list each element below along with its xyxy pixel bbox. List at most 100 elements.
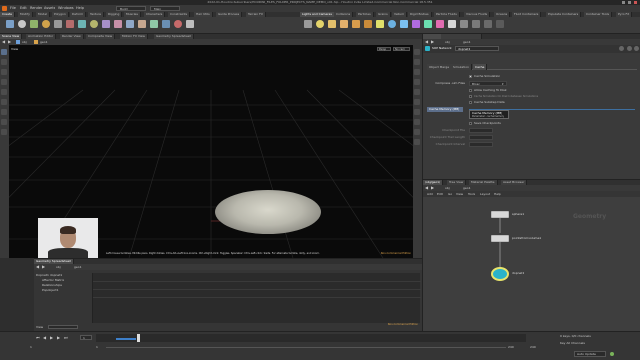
allow-caching-checkbox[interactable] <box>469 89 472 92</box>
cache-memory-label-box[interactable]: Cache Memory (MB) <box>427 107 463 112</box>
desktop-build-select[interactable]: Build <box>116 6 146 11</box>
file-tool-icon[interactable] <box>186 20 194 28</box>
point-light-tool-icon[interactable] <box>316 20 324 28</box>
geometry-light-tool-icon[interactable] <box>352 20 360 28</box>
global-end-frame[interactable]: 240 <box>530 345 536 350</box>
prev-frame-icon[interactable]: ◀ <box>43 335 46 341</box>
play-icon[interactable]: ▶ <box>50 335 53 341</box>
grid-tool-icon[interactable] <box>54 20 62 28</box>
platonic-tool-icon[interactable] <box>150 20 158 28</box>
shelf-tab-fluid-containers[interactable]: Fluid Containers <box>512 12 542 17</box>
shelf-tab-polygon[interactable]: Polygon <box>52 12 69 17</box>
stereo-camera-tool-icon[interactable] <box>460 20 468 28</box>
metaball-tool-icon[interactable] <box>174 20 182 28</box>
tube-tool-icon[interactable] <box>30 20 38 28</box>
global-start-frame[interactable]: 1 <box>30 345 32 350</box>
display-camera-icon[interactable] <box>414 129 420 135</box>
shelf-tab-vellum[interactable]: Vellum <box>392 12 408 17</box>
shelf-tab-pyro-fx[interactable]: Pyro FX <box>616 12 633 17</box>
forward-arrow-icon[interactable]: ▶ <box>8 40 11 44</box>
display-grid-icon[interactable] <box>414 119 420 125</box>
shelf-tab-terrain-fx[interactable]: Terrain FX <box>246 12 266 17</box>
display-shaded-icon[interactable] <box>414 79 420 85</box>
portal-light-tool-icon[interactable] <box>436 20 444 28</box>
back-arrow-icon[interactable]: ◀ <box>2 40 5 44</box>
brush-tool-icon[interactable] <box>1 119 7 125</box>
display-background-icon[interactable] <box>414 109 420 115</box>
spray-paint-tool-icon[interactable] <box>138 20 146 28</box>
shelf-tab-muscles[interactable]: Muscles <box>124 12 141 17</box>
menu-windows[interactable]: Windows <box>58 6 74 11</box>
shelf-tab-characters[interactable]: Characters <box>144 12 166 17</box>
tree-item-popobject1[interactable]: Popobject1 <box>42 288 59 293</box>
null-tool-icon[interactable] <box>66 20 74 28</box>
shelf-tab-collisions[interactable]: Collisions <box>334 12 354 17</box>
first-frame-icon[interactable]: ⏮ <box>36 335 40 341</box>
shelf-tab-particle-fluids[interactable]: Particle Fluids <box>434 12 460 17</box>
snap-tool-icon[interactable] <box>1 129 7 135</box>
shelf-tab-rigging[interactable]: Rigging <box>106 12 123 17</box>
last-frame-icon[interactable]: ⏭ <box>64 335 68 341</box>
menu-file[interactable]: File <box>10 6 16 11</box>
shelf-tab-populate-containers[interactable]: Populate Containers <box>546 12 582 17</box>
volume-light-tool-icon[interactable] <box>364 20 372 28</box>
caustic-light-tool-icon[interactable] <box>424 20 432 28</box>
cache-sim-to-disk-checkbox[interactable] <box>469 95 472 98</box>
torus-tool-icon[interactable] <box>42 20 50 28</box>
param-tab-simulation[interactable]: Simulation <box>451 64 472 70</box>
camera-tool-icon[interactable] <box>304 20 312 28</box>
scale-tool-icon[interactable] <box>1 79 7 85</box>
menu-edit[interactable]: Edit <box>20 6 27 11</box>
maximize-icon[interactable] <box>628 1 631 4</box>
view-tool-icon[interactable] <box>1 109 7 115</box>
no-cam-menu[interactable]: No cam <box>393 47 410 51</box>
shelf-tab-guide-process[interactable]: Guide Process <box>216 12 243 17</box>
spreadsheet-path-node[interactable]: geo1 <box>74 264 82 270</box>
draw-curve-tool-icon[interactable] <box>114 20 122 28</box>
compress-select[interactable]: Blosc ▾ <box>469 81 507 86</box>
auto-update-select[interactable]: Auto Update <box>574 351 606 357</box>
shelf-tab-lights[interactable]: Lights and Cameras <box>300 12 335 17</box>
shelf-tab-container-tools[interactable]: Container Tools <box>584 12 613 17</box>
node-dopnet1[interactable] <box>491 267 509 281</box>
gi-light-tool-icon[interactable] <box>412 20 420 28</box>
ambient-light-tool-icon[interactable] <box>448 20 456 28</box>
node-sphere1[interactable] <box>491 211 509 218</box>
shelf-tab-model[interactable]: Model <box>36 12 51 17</box>
help-icon[interactable] <box>627 46 632 51</box>
minimize-icon[interactable] <box>622 1 625 4</box>
param-forward-icon[interactable]: ▶ <box>431 40 434 44</box>
network-canvas[interactable]: Geometry sphere1 pointsfromvolume1 dopne… <box>423 197 640 332</box>
shelf-tab-hair-utils[interactable]: Hair Utils <box>194 12 213 17</box>
shelf-tab-viscous-fluids[interactable]: Viscous Fluids <box>464 12 491 17</box>
next-frame-icon[interactable]: ▶ <box>57 335 60 341</box>
spreadsheet-table[interactable] <box>92 273 421 323</box>
menu-render[interactable]: Render <box>30 6 42 11</box>
cache-substep-checkbox[interactable] <box>469 101 472 104</box>
vr-camera-tool-icon[interactable] <box>472 20 480 28</box>
shelf-tab-grains[interactable]: Grains <box>376 12 391 17</box>
gamepad-camera-tool-icon[interactable] <box>496 20 504 28</box>
sphere-tool-icon[interactable] <box>18 20 26 28</box>
display-points-icon[interactable] <box>414 49 420 55</box>
timeline-track[interactable] <box>96 334 526 342</box>
param-tab-cache[interactable]: Cache <box>473 64 488 70</box>
info-icon[interactable] <box>634 46 639 51</box>
param-tab-object-merge[interactable]: Object Merge <box>427 64 453 70</box>
pose-tool-icon[interactable] <box>1 99 7 105</box>
main-select[interactable]: Main <box>150 6 180 11</box>
spreadsheet-forward-icon[interactable]: ▶ <box>42 265 45 269</box>
display-options-icon[interactable] <box>414 139 420 145</box>
spreadsheet-path-obj[interactable]: obj <box>56 264 61 270</box>
distant-light-tool-icon[interactable] <box>376 20 384 28</box>
shelf-tab-particles[interactable]: Particles <box>356 12 374 17</box>
menu-assets[interactable]: Assets <box>44 6 55 11</box>
switcher-tool-icon[interactable] <box>484 20 492 28</box>
param-back-icon[interactable]: ◀ <box>425 40 428 44</box>
path-tool-icon[interactable] <box>126 20 134 28</box>
checkpoint-interval-field[interactable] <box>469 142 493 147</box>
select-tool-icon[interactable] <box>1 49 7 55</box>
sky-light-tool-icon[interactable] <box>400 20 408 28</box>
shelf-tab-create[interactable]: Create <box>0 12 15 17</box>
l-system-tool-icon[interactable] <box>162 20 170 28</box>
